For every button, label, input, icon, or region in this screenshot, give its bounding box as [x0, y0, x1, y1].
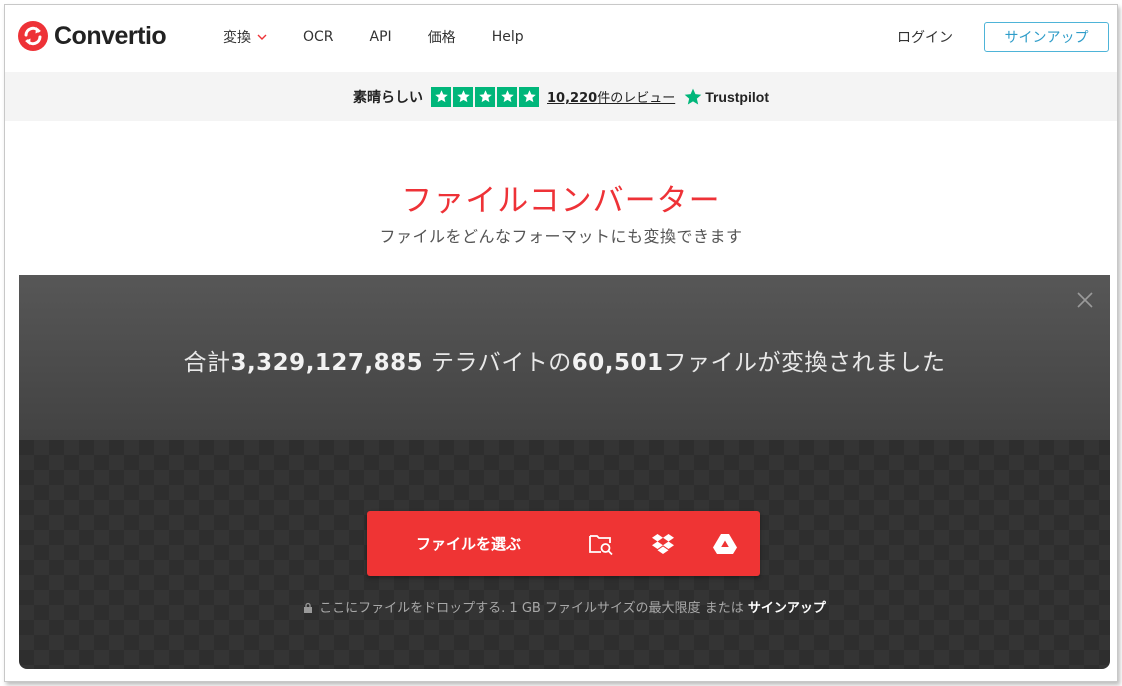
lock-icon [304, 602, 313, 613]
convertio-logo-icon [18, 21, 48, 51]
nav-convert-label: 変換 [223, 30, 251, 46]
choose-files-button[interactable]: ファイルを選ぶ [367, 533, 570, 554]
chevron-down-icon [257, 34, 267, 40]
drop-hint-text: ここにファイルをドロップする. 1 GB ファイルサイズの最大限度 または [319, 601, 748, 616]
nav-api[interactable]: API [370, 27, 392, 47]
review-suffix: 件のレビュー [597, 91, 676, 106]
star-icon [475, 86, 496, 107]
trustpilot-logo[interactable]: Trustpilot [683, 87, 769, 107]
trustpilot-stars [431, 86, 540, 107]
signup-button[interactable]: サインアップ [984, 22, 1109, 52]
nav-pricing[interactable]: 価格 [428, 27, 456, 47]
nav-ocr[interactable]: OCR [303, 27, 334, 47]
upload-panel: 合計3,329,127,885 テラバイトの60,501ファイルが変換されました… [19, 275, 1110, 669]
browser-frame: Convertio 変換 OCR API 価格 Help ログイン サインアップ… [4, 4, 1118, 682]
folder-search-icon [589, 534, 613, 555]
stats-prefix: 合計 [183, 350, 231, 376]
trustpilot-bar: 素晴らしい 10,220件のレビュー Trustpilot [5, 72, 1117, 121]
trustpilot-star-icon [684, 88, 702, 104]
stats-suffix: ファイルが変換されました [663, 350, 946, 376]
page-subtitle: ファイルをどんなフォーマットにも変換できます [379, 227, 743, 246]
nav-help[interactable]: Help [492, 27, 524, 47]
star-icon [519, 86, 540, 107]
brand-name: Convertio [54, 21, 167, 50]
star-icon [453, 86, 474, 107]
stats-terabytes: 3,329,127,885 [230, 350, 424, 376]
from-device-button[interactable] [570, 511, 632, 576]
star-icon [497, 86, 518, 107]
page-title: ファイルコンバーター [401, 183, 721, 219]
main-nav: 変換 OCR API 価格 Help [223, 27, 560, 47]
dropbox-icon [652, 533, 674, 554]
logo[interactable]: Convertio [18, 21, 167, 51]
nav-convert[interactable]: 変換 [223, 27, 267, 47]
login-link[interactable]: ログイン [897, 27, 953, 47]
trustpilot-reviews-link[interactable]: 10,220件のレビュー [547, 87, 675, 106]
star-icon [431, 86, 452, 107]
google-drive-icon [713, 533, 737, 554]
review-count: 10,220 [547, 91, 598, 106]
stats-middle: テラバイトの [423, 350, 572, 376]
from-dropbox-button[interactable] [632, 511, 694, 576]
from-google-drive-button[interactable] [694, 511, 756, 576]
trustpilot-brand-text: Trustpilot [705, 88, 769, 105]
conversion-stats: 合計3,329,127,885 テラバイトの60,501ファイルが変換されました [19, 343, 1110, 377]
trustpilot-rating-word: 素晴らしい [353, 89, 424, 106]
drop-hint: ここにファイルをドロップする. 1 GB ファイルサイズの最大限度 または サイ… [19, 597, 1110, 616]
hint-signup-link[interactable]: サインアップ [748, 601, 826, 616]
stats-files: 60,501 [571, 350, 664, 376]
header: Convertio 変換 OCR API 価格 Help ログイン サインアップ [5, 5, 1117, 72]
stats-banner: 合計3,329,127,885 テラバイトの60,501ファイルが変換されました [19, 275, 1110, 440]
choose-files-bar: ファイルを選ぶ [367, 511, 760, 576]
close-icon[interactable] [1076, 291, 1094, 309]
